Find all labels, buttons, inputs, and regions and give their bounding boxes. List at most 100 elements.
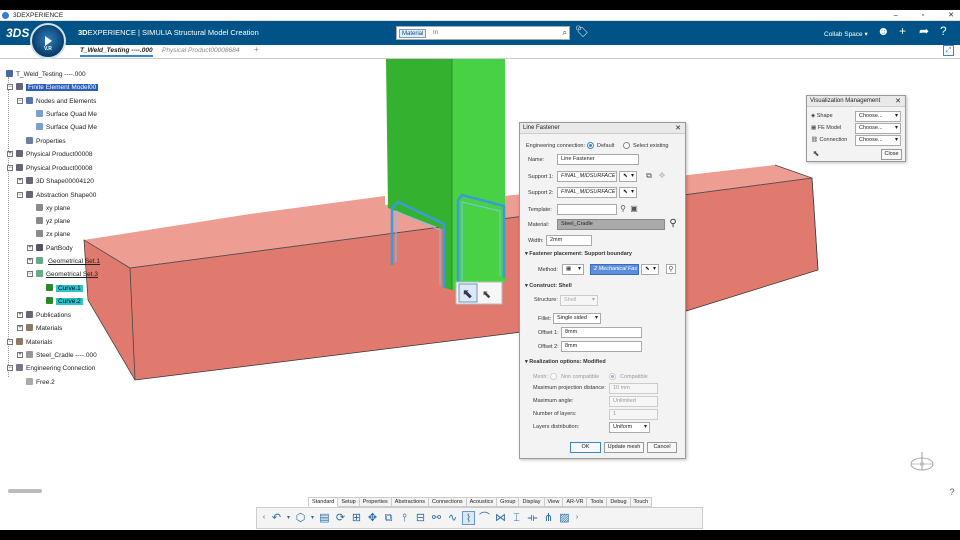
collapse-icon[interactable]: − <box>17 192 23 198</box>
share-icon[interactable]: ➦ <box>919 24 929 38</box>
tree-item-mesh1[interactable]: Surface Quad Me <box>36 109 97 120</box>
tab-ar-vr[interactable]: AR-VR <box>563 497 588 507</box>
search-icon[interactable]: ⚲ <box>668 219 678 229</box>
move-icon[interactable]: ✥ <box>366 511 379 525</box>
collapse-icon[interactable]: − <box>17 98 23 104</box>
update-mesh-button[interactable]: Update mesh <box>604 442 644 453</box>
expand-icon[interactable]: ⤢ <box>943 45 954 56</box>
undo-icon[interactable]: ↶ <box>270 511 283 525</box>
close-icon[interactable]: ✕ <box>948 10 954 21</box>
tree-item-partbody[interactable]: + PartBody <box>27 243 73 254</box>
name-field[interactable]: Line Fastener <box>557 154 639 165</box>
collab-space-dropdown[interactable]: Collab Space ▾ <box>824 30 868 38</box>
collapse-icon[interactable]: − <box>7 165 13 171</box>
compass-icon[interactable]: V.R <box>30 23 66 59</box>
beam-icon[interactable]: ⌶ <box>510 511 523 525</box>
support2-select-icon[interactable]: ⬉ <box>619 187 637 198</box>
expand-node-icon[interactable]: + <box>17 325 23 331</box>
search-icon[interactable]: ⌕ <box>563 28 567 38</box>
tree-item-materials-sub[interactable]: + Materials <box>17 323 62 334</box>
method-select-icon[interactable]: ⬉ <box>641 264 659 275</box>
tree-item-engconn[interactable]: − Engineering Connection <box>7 363 95 374</box>
realization-section[interactable]: ▾ Realization options: Modified <box>525 359 606 365</box>
method-search-icon[interactable]: ⚲ <box>666 264 676 274</box>
fastener-icon[interactable]: ⫯ <box>398 511 411 525</box>
tree-item-yz[interactable]: yz plane <box>36 216 70 227</box>
tree-item-root[interactable]: T_Weld_Testing ----.000 <box>6 69 86 80</box>
search-input[interactable] <box>433 28 553 38</box>
rigid-icon[interactable]: ⊟ <box>414 511 427 525</box>
fe-model-dropdown[interactable]: Choose... <box>855 123 901 134</box>
tree-scrollbar[interactable] <box>8 489 42 493</box>
construct-section[interactable]: ▾ Construct: Shell <box>525 283 572 289</box>
tab-group[interactable]: Group <box>497 497 520 507</box>
spring-icon[interactable]: ∿ <box>446 511 459 525</box>
seam-icon[interactable]: ⋔ <box>542 511 555 525</box>
tab-abstractions[interactable]: Abstractions <box>391 497 430 507</box>
tree-item-curve1[interactable]: Curve.1 <box>46 283 83 294</box>
close-icon[interactable]: ✕ <box>895 96 901 107</box>
cube-dropdown-icon[interactable]: ▾ <box>310 511 315 525</box>
max-projection-field[interactable]: 10 mm <box>609 383 658 394</box>
tree-item-abstraction[interactable]: − Abstraction Shape00 <box>17 190 96 201</box>
chevron-icon[interactable]: ‹ <box>261 511 267 525</box>
max-angle-field[interactable]: Unlimited <box>609 396 658 407</box>
collapse-icon[interactable]: − <box>7 339 13 345</box>
support1-field[interactable]: FINAL_MIDSURFACE <box>557 171 617 182</box>
surface-fastener-icon[interactable]: ⌒ <box>478 511 491 525</box>
non-compatible-radio[interactable] <box>550 373 557 380</box>
tree-item-fem[interactable]: − Finite Element Model00 <box>7 82 99 93</box>
collapse-icon[interactable]: − <box>7 84 13 90</box>
tree-item-xy[interactable]: xy plane <box>36 203 70 214</box>
tree-item-curve2[interactable]: Curve.2 <box>46 296 83 307</box>
frame-icon[interactable]: ⊞ <box>350 511 363 525</box>
compass-rose-icon[interactable] <box>908 450 936 478</box>
tab-t-weld-testing[interactable]: T_Weld_Testing ----.000 <box>80 47 153 57</box>
ok-button[interactable]: OK <box>570 442 601 453</box>
shape-dropdown[interactable]: Choose... <box>855 111 901 122</box>
maximize-icon[interactable]: ▫ <box>922 10 924 21</box>
expand-node-icon[interactable]: + <box>27 258 33 264</box>
grid-icon[interactable]: ▤ <box>318 511 331 525</box>
expand-node-icon[interactable]: + <box>17 352 23 358</box>
assembly-icon[interactable]: ▨ <box>558 511 571 525</box>
tree-item-geoset1[interactable]: + Geometrical Set.1 <box>27 256 102 267</box>
layer-dist-dropdown[interactable]: Uniform <box>609 422 650 433</box>
collapse-icon[interactable]: − <box>27 271 33 277</box>
material-field[interactable]: Steel_Cradle <box>557 219 665 230</box>
user-avatar-icon[interactable]: ☻ <box>877 24 890 38</box>
compatible-radio[interactable] <box>609 373 616 380</box>
tab-view[interactable]: View <box>544 497 564 507</box>
tab-standard[interactable]: Standard <box>308 497 339 507</box>
tree-item-zx[interactable]: zx plane <box>36 229 70 240</box>
tree-item-geoset3[interactable]: − Geometrical Set.3 <box>27 269 98 280</box>
more-icon[interactable]: › <box>574 511 580 525</box>
minimize-icon[interactable]: – <box>894 10 898 21</box>
tab-touch[interactable]: Touch <box>630 497 653 507</box>
support2-field[interactable]: FINAL_MIDSURFACE <box>557 187 617 198</box>
help-question-icon[interactable]: ? <box>946 487 958 499</box>
close-button[interactable]: Close <box>881 149 902 160</box>
tab-tools[interactable]: Tools <box>587 497 608 507</box>
expand-node-icon[interactable]: + <box>27 245 33 251</box>
connection-dropdown[interactable]: Choose... <box>855 135 901 146</box>
structure-dropdown[interactable]: Shell <box>560 295 598 306</box>
add-icon[interactable]: + <box>899 24 906 38</box>
width-field[interactable]: 2mm <box>546 235 592 246</box>
tab-connections[interactable]: Connections <box>429 497 467 507</box>
tree-item-properties[interactable]: Properties <box>26 136 66 147</box>
support1-select-icon[interactable]: ⬉ <box>619 171 637 182</box>
undo-dropdown-icon[interactable]: ▾ <box>286 511 291 525</box>
tree-item-mesh2[interactable]: Surface Quad Me <box>36 122 97 133</box>
placement-section[interactable]: ▾ Fastener placement: Support boundary <box>525 251 632 257</box>
copy-icon[interactable]: ⧉ <box>382 511 395 525</box>
tag-icon[interactable]: 🏷 <box>575 25 589 38</box>
close-icon[interactable]: ✕ <box>675 123 681 134</box>
tree-item-pp2[interactable]: − Physical Product00008 <box>7 163 93 174</box>
expand-node-icon[interactable]: + <box>7 151 13 157</box>
line-fastener-icon[interactable]: ⌇ <box>462 511 475 525</box>
refresh-icon[interactable]: ⟳ <box>334 511 347 525</box>
move-icon[interactable]: ✥ <box>657 171 667 181</box>
expand-node-icon[interactable]: + <box>17 178 23 184</box>
tab-properties[interactable]: Properties <box>359 497 392 507</box>
